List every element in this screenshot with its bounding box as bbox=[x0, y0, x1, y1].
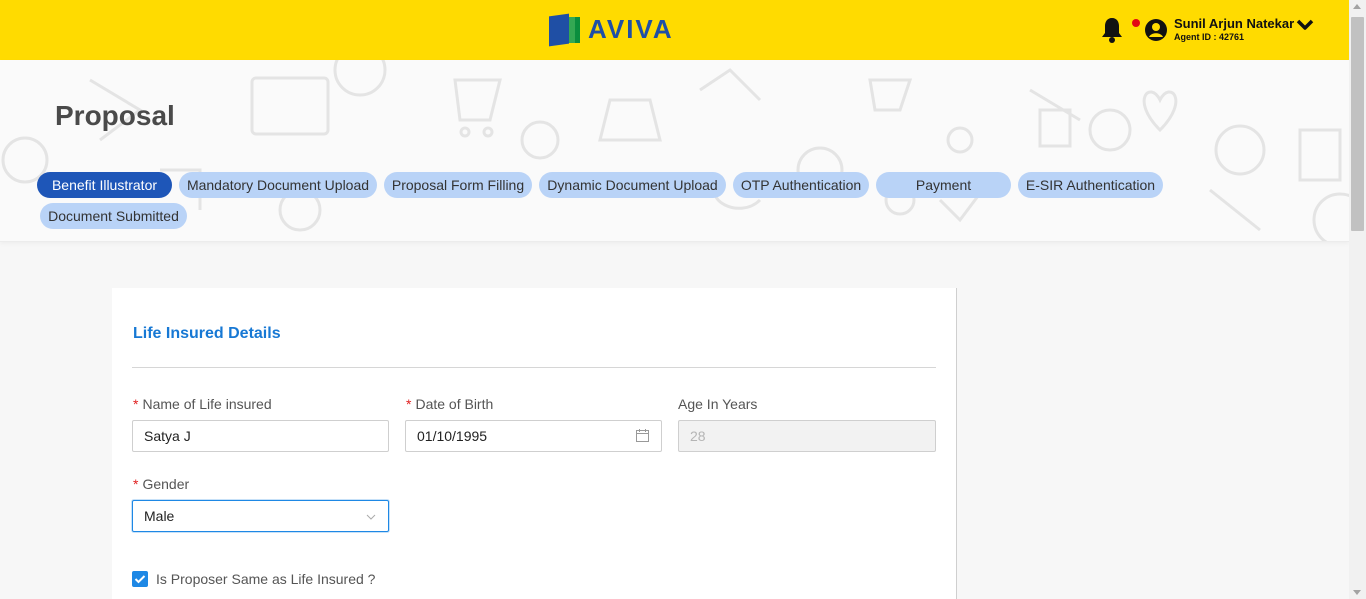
chevron-down-icon bbox=[366, 514, 376, 520]
section-title: Life Insured Details bbox=[133, 325, 281, 342]
step-dynamic-document-upload[interactable]: Dynamic Document Upload bbox=[539, 172, 726, 198]
date-of-birth-value: 01/10/1995 bbox=[417, 428, 488, 444]
logo-text: AVIVA bbox=[588, 14, 674, 44]
step-otp-authentication[interactable]: OTP Authentication bbox=[733, 172, 869, 198]
life-insured-form-card: Life Insured Details * Name of Life insur… bbox=[112, 288, 957, 599]
scroll-thumb[interactable] bbox=[1351, 17, 1364, 231]
aviva-logo-mark-icon bbox=[549, 13, 580, 47]
scroll-down-arrow-icon[interactable] bbox=[1353, 590, 1361, 595]
dob-label: * Date of Birth bbox=[406, 396, 494, 412]
check-icon bbox=[134, 575, 146, 584]
notification-dot bbox=[1132, 19, 1140, 27]
scroll-up-arrow-icon[interactable] bbox=[1353, 4, 1361, 9]
step-benefit-illustrator[interactable]: Benefit Illustrator bbox=[37, 172, 172, 198]
date-of-birth-input[interactable]: 01/10/1995 bbox=[405, 420, 662, 452]
proposal-steps: Benefit Illustrator Mandatory Document U… bbox=[0, 60, 1349, 241]
age-in-years-input: 28 bbox=[678, 420, 936, 452]
top-header-bar: AVIVA Sunil Arjun Natekar Agent ID : 427… bbox=[0, 0, 1349, 60]
required-mark: * bbox=[133, 476, 139, 492]
name-of-life-insured-input[interactable]: Satya J bbox=[132, 420, 389, 452]
gender-value: Male bbox=[144, 508, 175, 524]
user-name[interactable]: Sunil Arjun Natekar bbox=[1174, 16, 1294, 31]
page-banner: Proposal Benefit Illustrator Mandatory D… bbox=[0, 60, 1349, 242]
step-document-submitted[interactable]: Document Submitted bbox=[40, 203, 187, 229]
proposer-same-checkbox[interactable] bbox=[132, 571, 148, 587]
step-payment[interactable]: Payment bbox=[876, 172, 1011, 198]
bell-icon[interactable] bbox=[1100, 16, 1124, 44]
vertical-scrollbar[interactable] bbox=[1349, 0, 1366, 599]
aviva-logo[interactable]: AVIVA bbox=[549, 13, 674, 47]
step-proposal-form-filling[interactable]: Proposal Form Filling bbox=[384, 172, 532, 198]
user-avatar-icon[interactable] bbox=[1144, 18, 1168, 42]
required-mark: * bbox=[406, 396, 412, 412]
age-label: Age In Years bbox=[678, 396, 758, 412]
calendar-icon[interactable] bbox=[636, 429, 649, 442]
proposer-same-label[interactable]: Is Proposer Same as Life Insured ? bbox=[156, 571, 375, 587]
name-label: * Name of Life insured bbox=[133, 396, 272, 412]
step-e-sir-authentication[interactable]: E-SIR Authentication bbox=[1018, 172, 1163, 198]
gender-label: * Gender bbox=[133, 476, 190, 492]
section-divider bbox=[132, 367, 936, 368]
agent-id: Agent ID : 42761 bbox=[1174, 32, 1245, 42]
required-mark: * bbox=[133, 396, 139, 412]
step-mandatory-document-upload[interactable]: Mandatory Document Upload bbox=[179, 172, 377, 198]
gender-select[interactable]: Male bbox=[132, 500, 389, 532]
chevron-down-icon[interactable] bbox=[1296, 18, 1314, 32]
